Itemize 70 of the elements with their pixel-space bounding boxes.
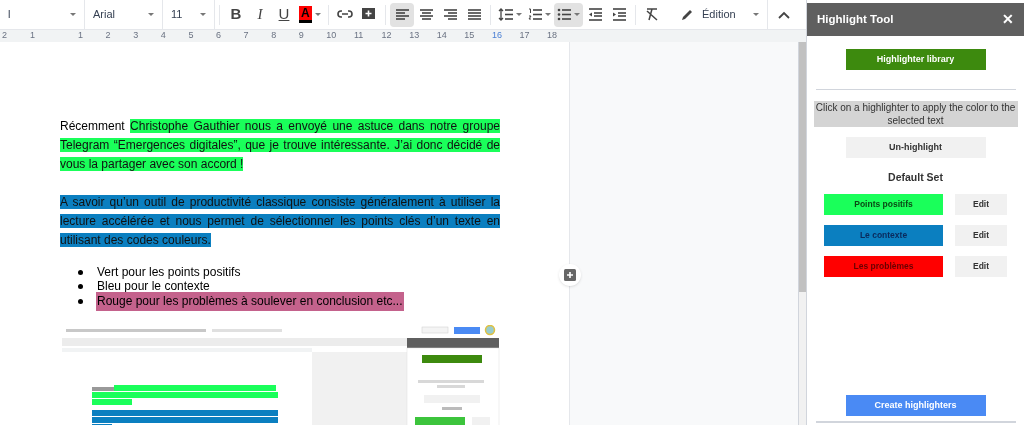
- align-center-icon: [418, 7, 433, 22]
- ruler-number: 4: [160, 29, 166, 43]
- align-right-icon: [442, 7, 457, 22]
- pencil-icon: [681, 8, 694, 21]
- comment-plus-icon: [564, 269, 576, 281]
- ruler-number: 2: [2, 29, 7, 43]
- ruler-number: 6: [215, 29, 221, 43]
- comment-plus-icon: [361, 7, 377, 22]
- numbered-list-icon: [527, 7, 542, 22]
- caret-icon: [544, 13, 551, 16]
- line-spacing-icon: [497, 7, 513, 22]
- editing-mode-dropdown[interactable]: Édition: [673, 0, 768, 30]
- highlighter-button[interactable]: Points positifs: [824, 193, 943, 215]
- list-item: Rouge pour les problèmes à soulever en conclusion etc...: [96, 291, 404, 311]
- caret-icon: [515, 13, 522, 16]
- ruler-number: 17: [519, 29, 530, 43]
- bulleted-list-icon: [556, 7, 571, 22]
- chevron-up-icon: [778, 10, 790, 19]
- highlighter-library-button[interactable]: Highlighter library: [845, 49, 986, 70]
- indent-increase-icon: [611, 7, 626, 22]
- bullet-icon: [78, 298, 83, 304]
- ruler-number: 12: [381, 29, 392, 43]
- panel-title: Highlight Tool: [817, 11, 894, 27]
- edit-button[interactable]: Edit: [955, 193, 1007, 215]
- justify-icon: [466, 7, 481, 22]
- ruler-number: 15: [464, 29, 475, 43]
- underline-button[interactable]: U: [272, 2, 296, 27]
- align-left-icon: [394, 7, 409, 22]
- ruler-number: 10: [326, 29, 337, 43]
- style-dropdown[interactable]: l: [0, 0, 85, 30]
- clear-formatting-icon: [644, 7, 659, 22]
- italic-button[interactable]: I: [248, 2, 272, 27]
- list-item: Vert pour les points positifs: [96, 263, 242, 281]
- ruler-number: 3: [133, 29, 139, 43]
- ruler-number: 16: [491, 29, 502, 43]
- ruler-number: 13: [409, 29, 420, 43]
- bullet-icon: [78, 269, 83, 275]
- edit-button[interactable]: Edit: [955, 224, 1007, 246]
- scrollbar-thumb[interactable]: [799, 42, 806, 292]
- bulleted-list-button[interactable]: [553, 2, 583, 27]
- align-left-button[interactable]: [389, 2, 414, 27]
- ruler-number: 18: [547, 29, 558, 43]
- ruler-number: 14: [436, 29, 447, 43]
- unhighlight-button[interactable]: Un-highlight: [845, 137, 986, 158]
- ruler-number: 9: [298, 29, 304, 43]
- ruler-number: 11: [353, 29, 364, 43]
- caret-icon: [70, 13, 76, 16]
- caret-icon: [314, 13, 321, 16]
- bullet-icon: [78, 284, 83, 290]
- font-dropdown[interactable]: Arial: [85, 0, 163, 30]
- paragraph: Récemment Christophe Gauthier nous a envoyé une astuce dans notre groupe Telegram “Emergences digitales”, que je trouve intéressante. J’ai donc décidé de vous la partager avec son accord !: [60, 118, 500, 173]
- ruler-number: 1: [30, 29, 35, 43]
- close-button[interactable]: ✕: [1002, 9, 1014, 30]
- bold-button[interactable]: B: [224, 2, 248, 27]
- ruler-number: 8: [271, 29, 277, 43]
- caret-icon: [573, 13, 580, 16]
- font-size-dropdown[interactable]: 11: [163, 0, 215, 30]
- caret-icon: [148, 13, 154, 16]
- caret-icon: [200, 13, 206, 16]
- set-title: Default Set: [888, 170, 943, 185]
- edit-button[interactable]: Edit: [955, 255, 1007, 277]
- text-color-button[interactable]: A: [296, 2, 324, 27]
- indent-decrease-icon: [587, 7, 602, 22]
- instruction-text: Click on a highlighter to apply the color to the selected text: [813, 101, 1018, 127]
- ruler-number: 2: [105, 29, 111, 43]
- caret-icon: [753, 13, 759, 16]
- ruler-number: 5: [188, 29, 194, 43]
- ruler-number: 1: [78, 29, 83, 43]
- paragraph: A savoir qu’un outil de productivité classique consiste généralement à utiliser la lecture accélérée et nous permet de sélectionner les points clés d’un texte en utilisant des codes couleurs.: [60, 194, 500, 249]
- ruler-number: 7: [243, 29, 249, 43]
